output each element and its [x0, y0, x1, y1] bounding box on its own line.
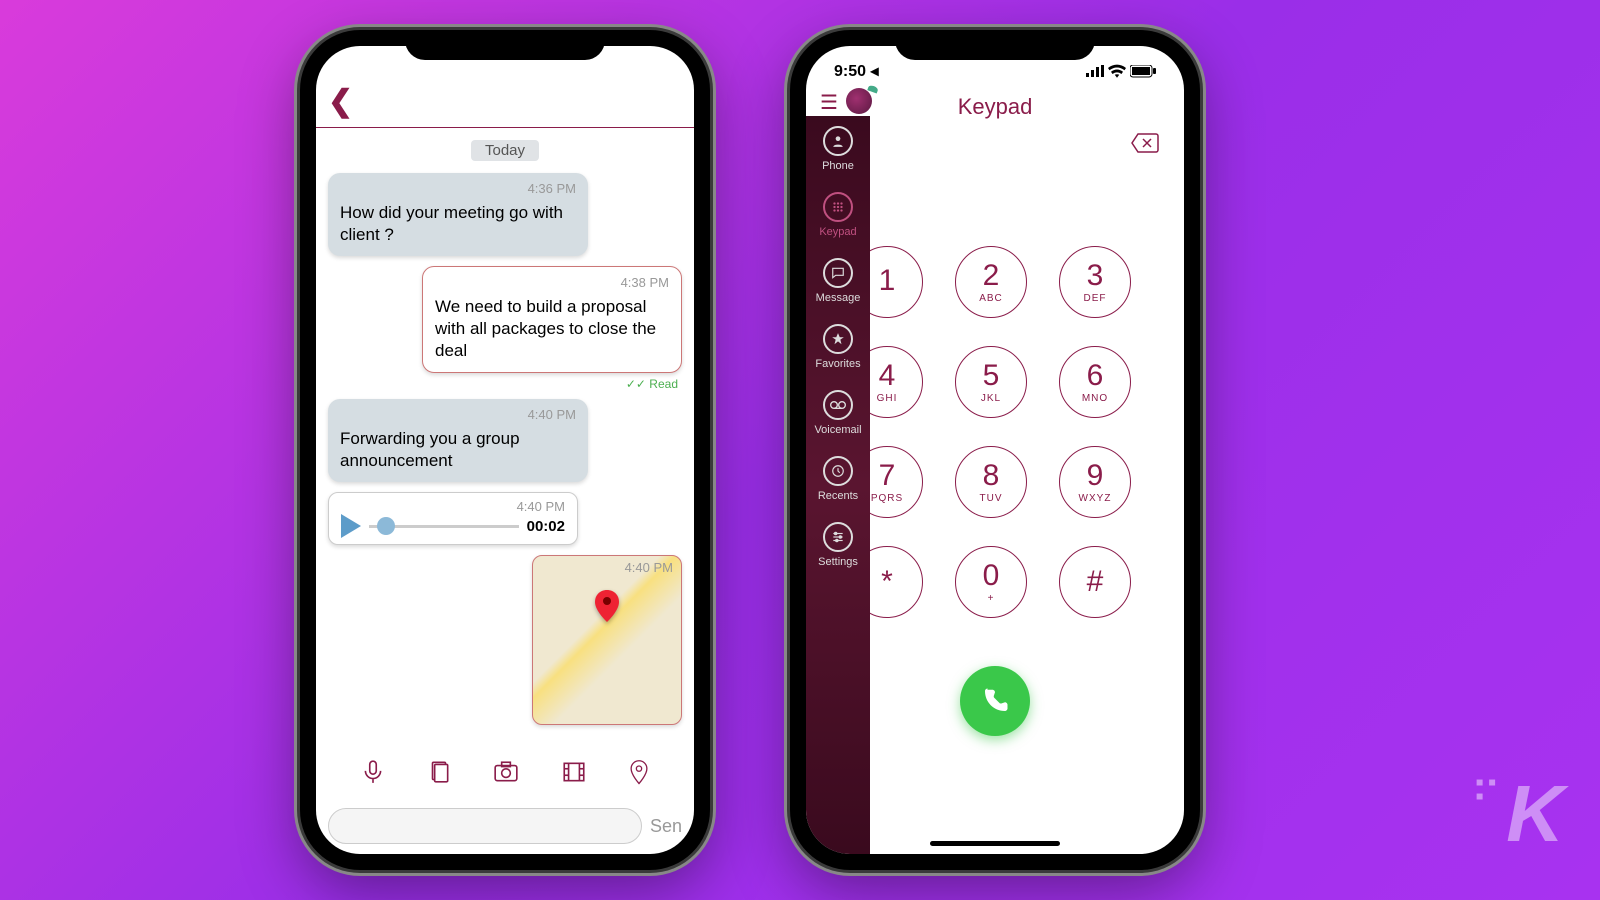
- drawer-label: Keypad: [819, 226, 856, 238]
- message-incoming[interactable]: 4:36 PM How did your meeting go with cli…: [328, 173, 588, 256]
- key-2[interactable]: 2ABC: [955, 246, 1027, 318]
- voicemail-icon: [823, 390, 853, 420]
- location-icon[interactable]: [628, 759, 650, 792]
- map-time: 4:40 PM: [625, 560, 673, 575]
- phone-frame-keypad: 9:50 ◂ ☰ Keypad Phone Keypad Mes: [790, 30, 1200, 870]
- message-icon: [823, 258, 853, 288]
- watermark-letter: K: [1506, 768, 1560, 860]
- message-text: Forwarding you a group announcement: [340, 429, 520, 470]
- star-icon: [823, 324, 853, 354]
- key-6[interactable]: 6MNO: [1059, 346, 1131, 418]
- drawer-keypad[interactable]: Keypad: [806, 182, 870, 248]
- watermark: ▪▪▪ K: [1475, 768, 1560, 860]
- play-icon[interactable]: [341, 514, 361, 538]
- audio-thumb[interactable]: [377, 517, 395, 535]
- wifi-icon: [1108, 64, 1126, 78]
- read-status: ✓✓ Read: [328, 377, 678, 391]
- key-8[interactable]: 8TUV: [955, 446, 1027, 518]
- map-pin-icon: [595, 590, 619, 627]
- notch: [405, 30, 605, 60]
- video-icon[interactable]: [560, 759, 588, 792]
- drawer-label: Phone: [822, 160, 854, 172]
- key-3[interactable]: 3DEF: [1059, 246, 1131, 318]
- chat-input[interactable]: [328, 808, 642, 844]
- message-text: How did your meeting go with client ?: [340, 203, 563, 244]
- key-5[interactable]: 5JKL: [955, 346, 1027, 418]
- notch: [895, 30, 1095, 60]
- audio-duration: 00:02: [527, 518, 565, 535]
- drawer-favorites[interactable]: Favorites: [806, 314, 870, 380]
- chat-toolbar: [316, 751, 694, 800]
- chat-input-row: Sen: [316, 808, 694, 844]
- key-9[interactable]: 9WXYZ: [1059, 446, 1131, 518]
- phone-frame-chat: ❮ Today 4:36 PM How did your meeting go …: [300, 30, 710, 870]
- call-button[interactable]: [960, 666, 1030, 736]
- key-0[interactable]: 0+: [955, 546, 1027, 618]
- drawer-settings[interactable]: Settings: [806, 512, 870, 578]
- drawer-label: Settings: [818, 556, 858, 568]
- status-time: 9:50 ◂: [834, 61, 879, 81]
- drawer-label: Voicemail: [814, 424, 861, 436]
- phone-icon: [823, 126, 853, 156]
- home-indicator[interactable]: [930, 841, 1060, 846]
- audio-message[interactable]: 4:40 PM 00:02: [328, 492, 578, 545]
- camera-icon[interactable]: [492, 759, 520, 792]
- app-logo-icon: [846, 88, 872, 114]
- messages-list: 4:36 PM How did your meeting go with cli…: [316, 173, 694, 725]
- keypad-icon: [823, 192, 853, 222]
- day-badge: Today: [471, 140, 539, 161]
- drawer-voicemail[interactable]: Voicemail: [806, 380, 870, 446]
- back-button[interactable]: ❮: [328, 85, 353, 118]
- menu-icon[interactable]: ☰: [820, 90, 838, 115]
- key-hash[interactable]: #: [1059, 546, 1131, 618]
- status-icons: [1086, 64, 1156, 78]
- keypad-title: Keypad: [958, 94, 1033, 119]
- drawer-message[interactable]: Message: [806, 248, 870, 314]
- settings-icon: [823, 522, 853, 552]
- drawer-recents[interactable]: Recents: [806, 446, 870, 512]
- keypad-grid: 1 2ABC 3DEF 4GHI 5JKL 6MNO 7PQRS 8TUV 9W…: [818, 246, 1172, 626]
- message-outgoing[interactable]: 4:38 PM We need to build a proposal with…: [422, 266, 682, 373]
- drawer-phone[interactable]: Phone: [806, 116, 870, 182]
- drawer-label: Favorites: [815, 358, 860, 370]
- side-drawer: Phone Keypad Message Favorites Voicemail…: [806, 116, 870, 854]
- battery-icon: [1130, 65, 1156, 78]
- send-button[interactable]: Sen: [650, 816, 682, 837]
- signal-icon: [1086, 65, 1104, 77]
- keypad-screen: 9:50 ◂ ☰ Keypad Phone Keypad Mes: [806, 46, 1184, 854]
- message-text: We need to build a proposal with all pac…: [435, 297, 656, 360]
- audio-track[interactable]: [369, 525, 519, 528]
- clock-icon: [823, 456, 853, 486]
- message-incoming[interactable]: 4:40 PM Forwarding you a group announcem…: [328, 399, 588, 482]
- message-time: 4:40 PM: [340, 407, 576, 424]
- map-message[interactable]: 4:40 PM: [532, 555, 682, 725]
- drawer-label: Recents: [818, 490, 858, 502]
- mic-icon[interactable]: [360, 759, 386, 792]
- chat-screen: ❮ Today 4:36 PM How did your meeting go …: [316, 46, 694, 854]
- audio-time: 4:40 PM: [341, 499, 565, 514]
- backspace-button[interactable]: [1130, 132, 1160, 159]
- drawer-label: Message: [816, 292, 861, 304]
- document-icon[interactable]: [426, 759, 452, 792]
- message-time: 4:38 PM: [435, 275, 669, 292]
- message-time: 4:36 PM: [340, 181, 576, 198]
